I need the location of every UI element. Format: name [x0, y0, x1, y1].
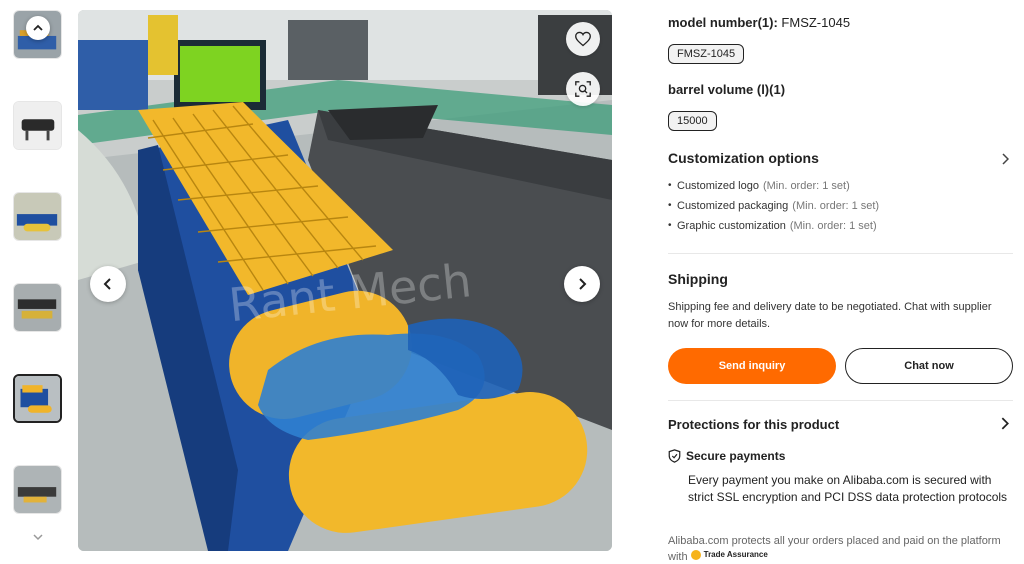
chevron-left-icon — [103, 278, 111, 290]
thumbnail-strip — [0, 0, 72, 564]
thumbnail-image — [14, 193, 61, 240]
next-image-button[interactable] — [564, 266, 600, 302]
divider — [668, 400, 1013, 401]
list-item: Customized packaging(Min. order: 1 set) — [668, 200, 1013, 212]
product-photo: Rant Mech — [78, 10, 612, 551]
secure-payments-text: Every payment you make on Alibaba.com is… — [688, 473, 1008, 504]
customization-item-label: Customized packaging — [677, 200, 789, 212]
list-item: Graphic customization(Min. order: 1 set) — [668, 220, 1013, 232]
protections-title: Protections for this product — [668, 417, 840, 432]
chevron-right-icon — [1001, 152, 1010, 168]
trade-assurance-icon — [690, 550, 701, 560]
image-search-button[interactable] — [566, 72, 600, 106]
protections-header[interactable]: Protections for this product — [668, 416, 1013, 436]
thumbnail-2[interactable] — [13, 101, 62, 150]
chevron-down-icon — [33, 534, 43, 541]
protection-footer: Alibaba.com protects all your orders pla… — [668, 534, 1013, 564]
previous-image-button[interactable] — [90, 266, 126, 302]
list-item: Customized logo(Min. order: 1 set) — [668, 180, 1013, 192]
customization-title: Customization options — [668, 150, 819, 166]
thumbnail-6[interactable] — [13, 465, 62, 514]
model-option-chip[interactable]: FMSZ-1045 — [668, 44, 745, 64]
customization-header[interactable]: Customization options — [668, 150, 1013, 172]
customization-item-note: (Min. order: 1 set) — [792, 200, 880, 212]
thumbnail-image — [15, 376, 60, 421]
shield-check-icon — [668, 449, 681, 463]
chevron-up-icon — [33, 24, 43, 31]
thumbnail-scroll-up-button[interactable] — [26, 16, 50, 40]
customization-item-note: (Min. order: 1 set) — [789, 220, 877, 232]
send-inquiry-button[interactable]: Send inquiry — [668, 348, 836, 384]
favorite-button[interactable] — [566, 22, 600, 56]
main-product-image[interactable]: Rant Mech — [78, 10, 612, 551]
thumbnail-4[interactable] — [13, 283, 62, 332]
customization-item-label: Graphic customization — [677, 220, 786, 232]
shipping-title: Shipping — [668, 271, 728, 287]
thumbnail-scroll-down-button[interactable] — [29, 528, 47, 546]
model-number-label: model number(1): — [668, 15, 778, 30]
customization-list: Customized logo(Min. order: 1 set) Custo… — [668, 180, 1013, 240]
divider — [668, 253, 1013, 254]
barrel-volume-chip[interactable]: 15000 — [668, 111, 717, 131]
shipping-text: Shipping fee and delivery date to be neg… — [668, 301, 992, 330]
customization-item-note: (Min. order: 1 set) — [762, 180, 850, 192]
heart-icon — [575, 31, 591, 47]
chat-now-button[interactable]: Chat now — [845, 348, 1013, 384]
trade-assurance-label: Trade Assurance — [703, 550, 768, 559]
thumbnail-5[interactable] — [13, 374, 62, 423]
model-number-row: model number(1): FMSZ-1045 — [668, 15, 850, 30]
secure-payments-header: Secure payments — [668, 449, 785, 463]
thumbnail-image — [14, 466, 61, 513]
model-number-value: FMSZ-1045 — [781, 15, 851, 30]
trade-assurance-badge[interactable]: Trade Assurance — [690, 548, 768, 562]
thumbnail-image — [14, 102, 61, 149]
chevron-right-icon — [1000, 417, 1009, 433]
chevron-right-icon — [579, 278, 587, 290]
thumbnail-3[interactable] — [13, 192, 62, 241]
customization-item-label: Customized logo — [677, 180, 759, 192]
thumbnail-image — [14, 284, 61, 331]
barrel-volume-label: barrel volume (l)(1) — [668, 82, 786, 97]
secure-payments-title: Secure payments — [686, 449, 786, 463]
image-search-icon — [575, 81, 591, 97]
